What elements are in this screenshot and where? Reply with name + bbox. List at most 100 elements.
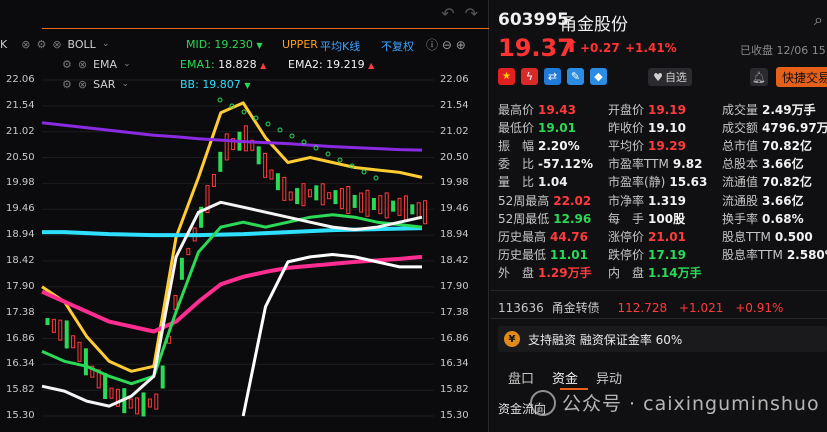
china-flag-icon: ★: [498, 68, 515, 85]
convertible-bond-row[interactable]: 113636 甬金转债 112.728 +1.021 +0.91%: [498, 299, 783, 316]
add-watchlist-button[interactable]: ♥ 自选: [648, 68, 692, 86]
adjust-mode-toggle[interactable]: 不复权: [381, 38, 414, 54]
candlestick: [365, 189, 370, 217]
indicator-name-sar[interactable]: SAR: [93, 78, 115, 91]
period-stub[interactable]: K: [0, 38, 7, 51]
y-axis-label-right: 21.54: [440, 99, 469, 111]
tab-order-book[interactable]: 盘口: [508, 368, 534, 390]
info-icon[interactable]: ⓘ: [426, 38, 438, 52]
close-icon[interactable]: ⊗: [52, 38, 61, 51]
stat-label: 市净率: [608, 193, 645, 208]
tag-icon[interactable]: ◆: [590, 68, 607, 85]
candlestick: [160, 365, 165, 389]
tab-abnormal[interactable]: 异动: [596, 368, 622, 390]
stat-label: 昨收价: [608, 121, 645, 136]
y-axis-label-right: 19.46: [440, 203, 469, 215]
zoom-in-icon[interactable]: ⊕: [456, 38, 466, 52]
candlestick: [423, 200, 428, 225]
gear-icon[interactable]: ⚙: [36, 38, 46, 51]
stat-label: 开盘价: [608, 103, 645, 117]
search-icon[interactable]: ⌕: [814, 10, 823, 30]
candlestick: [282, 176, 287, 201]
close-icon[interactable]: ⊗: [21, 38, 30, 51]
stat-label: 振 幅: [498, 139, 535, 154]
close-icon[interactable]: ⊗: [78, 58, 87, 71]
avg-kline-toggle[interactable]: 平均K线: [320, 38, 360, 54]
stat-label: 总股本: [722, 157, 759, 172]
edit-icon[interactable]: ✎: [567, 68, 584, 85]
candlestick: [320, 183, 325, 206]
undo-icon[interactable]: ↶: [441, 4, 454, 23]
sar-dot: [373, 175, 379, 181]
stat-value: 19.43: [538, 103, 576, 117]
indicator-name-ema[interactable]: EMA: [93, 58, 117, 71]
add-watchlist-label: 自选: [664, 71, 687, 84]
stat-value: 2.49万手: [762, 103, 816, 117]
chevron-down-icon[interactable]: ⌄: [121, 79, 129, 89]
detail-tabs: 盘口 资金 异动: [490, 368, 827, 390]
candlestick: [77, 341, 82, 362]
y-axis-label-right: 19.98: [440, 177, 469, 189]
y-axis-label-left: 15.30: [6, 410, 35, 422]
stat-value: 1.319: [648, 193, 686, 208]
stat-value: -57.12%: [538, 157, 593, 172]
bb-value: 19.807: [202, 78, 241, 91]
stat-label: 历史最高: [498, 229, 547, 244]
zoom-out-icon[interactable]: ⊖: [442, 38, 452, 52]
redo-icon[interactable]: ↷: [465, 4, 478, 23]
close-icon[interactable]: ⊗: [78, 78, 87, 91]
stock-code: 603995: [498, 10, 569, 30]
quote-panel: 603995 甬金股份 ⌕ 19.37 ⬆ +0.27 +1.41% 已收盘 1…: [490, 0, 827, 432]
stat-value: 19.19: [648, 103, 686, 117]
lightning-icon[interactable]: ϟ: [521, 68, 538, 85]
sar-dot: [289, 133, 295, 139]
stat-value: 21.01: [648, 229, 686, 244]
stat-label: 跌停价: [608, 247, 645, 262]
candlestick: [243, 125, 248, 152]
stat-item: 内 盘 1.14万手: [608, 264, 702, 281]
stat-value: 1.29万手: [538, 265, 592, 280]
sar-dot: [337, 157, 343, 163]
chevron-down-icon[interactable]: ⌄: [123, 59, 131, 69]
candlestick: [147, 398, 152, 408]
up-triangle-icon: ▲: [368, 61, 375, 70]
candlestick: [352, 194, 357, 208]
gear-icon[interactable]: ⚙: [62, 78, 72, 91]
indicator-row-ema: ⚙ ⊗ EMA ⌄: [62, 56, 139, 72]
y-axis-label-right: 20.50: [440, 151, 469, 163]
kline-chart-panel[interactable]: ↶ ↷ K ⊗ ⚙ ⊗ BOLL ⌄ MID: 19.230 ▼ UPPER 平均…: [0, 0, 489, 432]
series-line-3: [41, 254, 423, 334]
stat-item: 最低价 19.01: [498, 119, 576, 136]
candlestick: [378, 195, 383, 215]
up-triangle-icon: ▲: [260, 61, 267, 70]
candlestick: [109, 387, 114, 399]
candlestick: [410, 204, 415, 215]
stat-value: 0.500: [774, 229, 813, 244]
y-axis-label-right: 15.30: [440, 410, 469, 422]
stat-label: 平均价: [608, 139, 645, 154]
quick-trade-button[interactable]: 快捷交易: [776, 67, 827, 87]
stat-label: 52周最低: [498, 211, 550, 226]
stat-value: 1.14万手: [648, 265, 702, 280]
margin-text: 支持融资 融资保证金率 60%: [528, 332, 683, 347]
chevron-down-icon[interactable]: ⌄: [102, 39, 110, 49]
stat-value: 12.96: [553, 211, 592, 226]
candlestick: [154, 393, 159, 410]
stat-item: 总股本 3.66亿: [722, 155, 804, 172]
indicator-name-boll[interactable]: BOLL: [68, 38, 96, 51]
gear-icon[interactable]: ⚙: [62, 58, 72, 71]
sar-dot: [361, 169, 367, 175]
divider: [490, 318, 827, 319]
badge-row: ★ ϟ ⇄ ✎ ◆: [498, 68, 607, 85]
ema1-value: 18.828: [218, 58, 257, 71]
stat-label: 委 比: [498, 157, 535, 172]
tab-capital[interactable]: 资金: [552, 368, 578, 390]
y-axis-label-right: 22.06: [440, 74, 469, 85]
stat-label: 流通股: [722, 193, 759, 208]
shuffle-icon[interactable]: ⇄: [544, 68, 561, 85]
wechat-logo-icon: [530, 390, 556, 416]
heart-icon: ♥: [653, 70, 663, 84]
bell-icon[interactable]: 🔔︎: [750, 68, 768, 86]
down-triangle-icon: ▼: [244, 81, 251, 90]
candlestick: [391, 200, 396, 212]
